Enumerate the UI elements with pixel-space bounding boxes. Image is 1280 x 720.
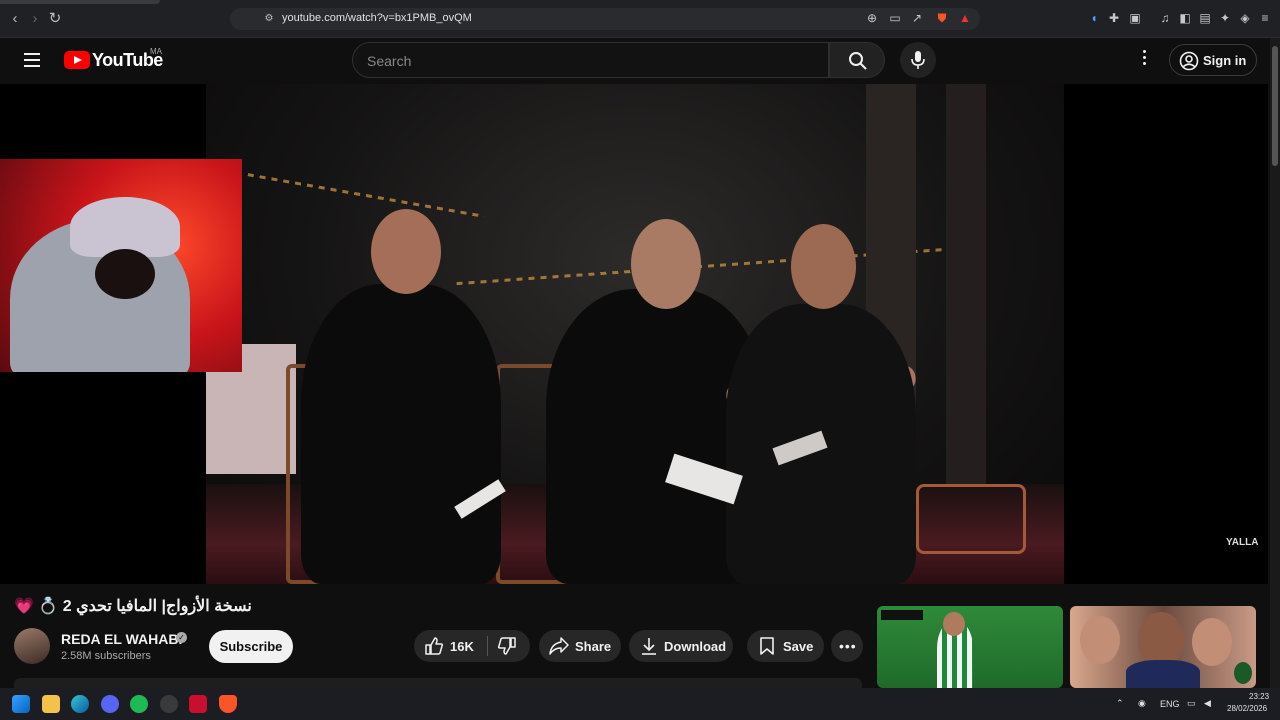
subscriber-count: 2.58M subscribers xyxy=(61,650,151,662)
wallet-icon[interactable]: ▤ xyxy=(1198,11,1212,25)
windows-start-icon[interactable] xyxy=(12,695,30,713)
network-icon[interactable]: ▭ xyxy=(1187,698,1196,709)
face xyxy=(1080,616,1120,664)
description-box[interactable] xyxy=(14,678,862,688)
channel-avatar[interactable] xyxy=(14,628,50,664)
dislike-icon[interactable] xyxy=(497,636,517,656)
voice-search-button[interactable] xyxy=(900,42,936,78)
file-explorer-icon[interactable] xyxy=(42,695,60,713)
reload-icon[interactable]: ↻ xyxy=(46,10,64,28)
music-icon[interactable]: ♫ xyxy=(1158,11,1172,25)
video-watermark: YALLA xyxy=(1226,537,1259,548)
head xyxy=(791,224,856,309)
shirt xyxy=(1126,660,1200,688)
brave-shield-icon[interactable]: ⛊ xyxy=(935,11,949,25)
guide-menu-icon[interactable] xyxy=(24,53,40,67)
share-page-icon[interactable]: ↗ xyxy=(910,11,924,25)
person-left xyxy=(301,284,501,584)
clock-time[interactable]: 23:23 xyxy=(1249,692,1269,701)
search-button[interactable] xyxy=(829,42,885,78)
zoom-icon[interactable]: ⊕ xyxy=(865,11,879,25)
channel-name[interactable]: REDA EL WAHABI xyxy=(61,631,182,647)
back-icon[interactable]: ‹ xyxy=(6,10,24,28)
facecam-overlay xyxy=(0,159,242,372)
page-scrollbar-thumb[interactable] xyxy=(1272,46,1278,166)
download-icon xyxy=(642,638,656,655)
head xyxy=(631,219,701,309)
app-icon[interactable] xyxy=(189,695,207,713)
more-horizontal-icon: ••• xyxy=(839,638,857,654)
vpn-icon[interactable]: ◈ xyxy=(1238,11,1252,25)
like-icon[interactable] xyxy=(424,636,444,656)
edge-icon[interactable] xyxy=(71,695,89,713)
search-icon xyxy=(849,52,867,70)
search-placeholder: Search xyxy=(367,53,412,69)
spotify-icon[interactable] xyxy=(130,695,148,713)
save-label: Save xyxy=(783,639,814,654)
tray-mic-icon[interactable]: ◉ xyxy=(1138,698,1146,709)
microphone-icon xyxy=(911,51,925,69)
subscribe-button[interactable]: Subscribe xyxy=(209,630,293,663)
share-label: Share xyxy=(575,639,612,654)
facecam-face xyxy=(95,249,155,299)
verified-icon: ✓ xyxy=(176,632,187,643)
like-divider xyxy=(487,636,488,656)
recommended-thumbnail[interactable] xyxy=(877,606,1063,688)
audio-icon[interactable]: ◖ xyxy=(1087,11,1101,25)
clock-date[interactable]: 28/02/2026 xyxy=(1227,704,1267,713)
extensions-icon[interactable]: ✚ xyxy=(1107,11,1121,25)
sign-in-label: Sign in xyxy=(1203,53,1247,68)
url-text: youtube.com/watch?v=bx1PMB_ovQM xyxy=(282,12,472,24)
site-info-icon[interactable]: ⚙ xyxy=(260,10,278,28)
pillar xyxy=(946,84,986,504)
steam-icon[interactable] xyxy=(160,695,178,713)
recommended-thumbnail[interactable] xyxy=(1070,606,1256,688)
string-lights xyxy=(247,173,485,218)
download-label: Download xyxy=(664,639,727,654)
brave-rewards-icon[interactable]: ▲ xyxy=(958,11,972,25)
head xyxy=(371,209,441,294)
head xyxy=(943,612,965,636)
search-input[interactable] xyxy=(352,42,829,78)
share-icon xyxy=(549,637,569,655)
side-table xyxy=(916,484,1026,554)
scoreboard-graphic xyxy=(881,610,923,620)
video-title: 💗 💍 2 نسخة الأزواج| المافيا تحدي xyxy=(14,598,252,615)
discord-icon[interactable] xyxy=(101,695,119,713)
face xyxy=(1192,618,1232,666)
leo-ai-icon[interactable]: ✦ xyxy=(1218,11,1232,25)
language-indicator[interactable]: ENG xyxy=(1160,699,1180,709)
tray-overflow-icon[interactable]: ⌃ xyxy=(1116,698,1124,709)
settings-more-icon[interactable] xyxy=(1136,50,1152,70)
hoodie-print xyxy=(50,344,150,364)
video-frame[interactable] xyxy=(206,84,1064,584)
country-code: MA xyxy=(150,47,162,56)
brave-browser-icon[interactable] xyxy=(219,695,237,713)
screenshot-icon[interactable]: ▣ xyxy=(1128,11,1142,25)
active-tab-strip[interactable] xyxy=(0,0,160,4)
more-actions-button[interactable]: ••• xyxy=(831,630,863,662)
menu-icon[interactable]: ≡ xyxy=(1258,11,1272,25)
bookmark-save-icon xyxy=(760,637,774,655)
facecam-cap xyxy=(70,197,180,257)
cast-icon[interactable]: ▭ xyxy=(888,11,902,25)
club-badge-icon xyxy=(1234,662,1252,684)
like-count[interactable]: 16K xyxy=(450,639,474,654)
youtube-logo-icon[interactable] xyxy=(64,51,90,69)
forward-icon[interactable]: › xyxy=(26,10,44,28)
sidebar-icon[interactable]: ◧ xyxy=(1178,11,1192,25)
volume-icon[interactable]: ◀ xyxy=(1204,698,1211,709)
account-icon xyxy=(1179,51,1199,71)
